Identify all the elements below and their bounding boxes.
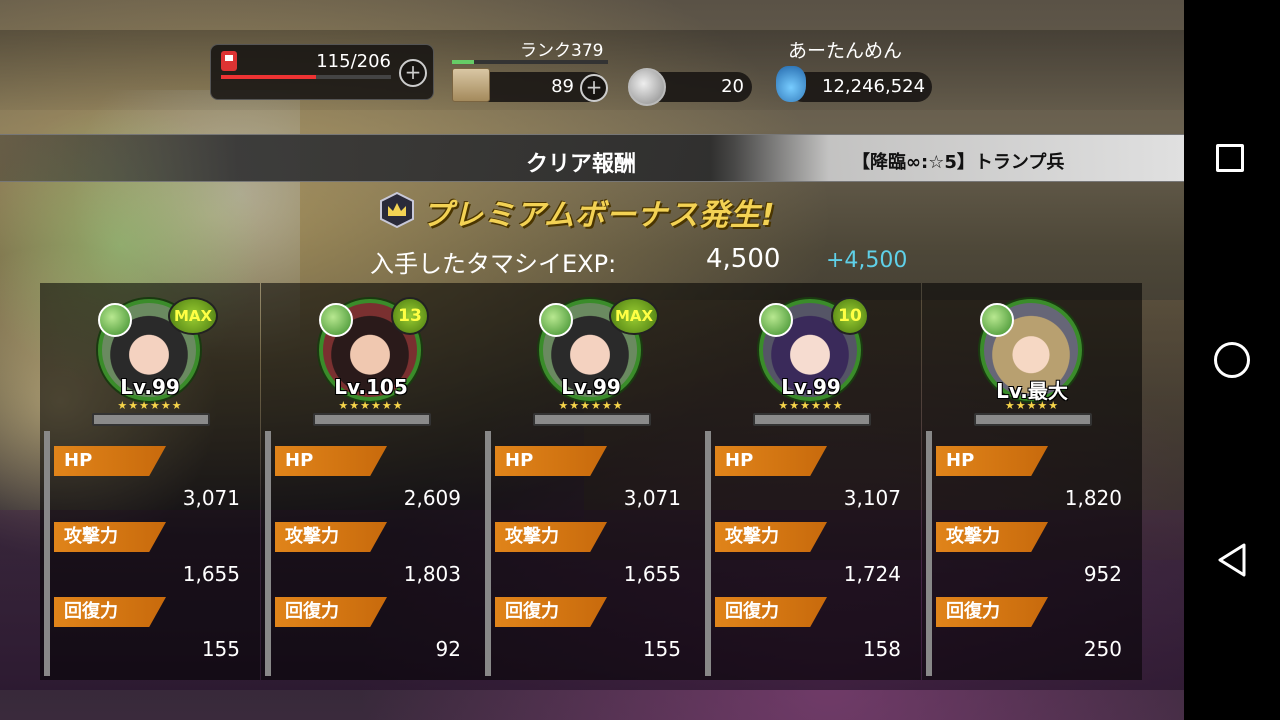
card-side-bar <box>926 431 932 676</box>
rarity-stars: ★★★★★★ <box>117 399 183 412</box>
exp-gain: +4,500 <box>826 248 908 273</box>
unit-exp-bar <box>974 413 1092 426</box>
unit-card[interactable]: 10 Lv.99 ★★★★★★ HP 3,107 攻撃力 1,724 回復力 1… <box>701 283 921 680</box>
potion-icon <box>776 66 806 102</box>
card-side-bar <box>44 431 50 676</box>
silver-coin-icon <box>628 68 666 106</box>
stamina-bar-fill <box>221 75 317 79</box>
rank-label: ランク379 <box>520 41 604 61</box>
attack-label: 攻撃力 <box>275 522 387 552</box>
rank-exp-bar <box>452 60 608 64</box>
add-box-button[interactable]: + <box>580 74 608 102</box>
recovery-value: 155 <box>201 637 240 661</box>
level-up-badge: 13 <box>391 297 429 335</box>
rank-exp-bar-fill <box>452 60 474 64</box>
game-screen: 115/206 + ランク379 89 + 20 あーたんめん 12,246,5… <box>0 0 1184 720</box>
hp-label: HP <box>275 446 387 476</box>
hp-label: HP <box>715 446 827 476</box>
recovery-value: 250 <box>1083 637 1122 661</box>
add-stamina-button[interactable]: + <box>399 59 427 87</box>
attack-label: 攻撃力 <box>715 522 827 552</box>
leaf-attribute-icon <box>98 303 132 337</box>
level-max-badge: MAX <box>168 297 218 335</box>
recovery-label: 回復力 <box>495 597 607 627</box>
leaf-attribute-icon <box>539 303 573 337</box>
attack-value: 1,724 <box>843 562 901 586</box>
recovery-value: 155 <box>642 637 681 661</box>
recovery-label: 回復力 <box>54 597 166 627</box>
stamina-panel: 115/206 + <box>210 44 434 100</box>
attack-value: 1,655 <box>623 562 681 586</box>
leaf-attribute-icon <box>980 303 1014 337</box>
recovery-value: 158 <box>862 637 901 661</box>
leaf-attribute-icon <box>759 303 793 337</box>
recovery-value: 92 <box>435 637 461 661</box>
attack-value: 952 <box>1083 562 1122 586</box>
unit-level: Lv.99 <box>120 375 180 399</box>
premium-bonus-text: プレミアムボーナス発生! <box>422 198 776 233</box>
leaf-attribute-icon <box>319 303 353 337</box>
hp-label: HP <box>936 446 1048 476</box>
fuel-can-icon <box>221 51 237 71</box>
rarity-stars: ★★★★★★ <box>778 399 844 412</box>
level-max-badge: MAX <box>609 297 659 335</box>
hp-label: HP <box>54 446 166 476</box>
recovery-label: 回復力 <box>936 597 1048 627</box>
attack-value: 1,655 <box>182 562 240 586</box>
unit-card[interactable]: MAX Lv.99 ★★★★★★ HP 3,071 攻撃力 1,655 回復力 … <box>481 283 701 680</box>
player-name: あーたんめん <box>788 40 903 62</box>
home-icon[interactable] <box>1214 342 1250 378</box>
rarity-stars: ★★★★★★ <box>338 399 404 412</box>
stage-name: 【降臨∞:☆5】トランプ兵 <box>852 152 1065 173</box>
reward-title: クリア報酬 <box>526 152 637 177</box>
unit-level: Lv.105 <box>334 375 408 399</box>
unit-card[interactable]: MAX Lv.99 ★★★★★★ HP 3,071 攻撃力 1,655 回復力 … <box>40 283 260 680</box>
stamina-bar <box>221 75 391 79</box>
unit-card[interactable]: Lv.最大 ★★★★★ HP 1,820 攻撃力 952 回復力 250 <box>922 283 1142 680</box>
recovery-label: 回復力 <box>275 597 387 627</box>
hp-value: 3,107 <box>843 486 901 510</box>
unit-level: Lv.99 <box>561 375 621 399</box>
card-side-bar <box>705 431 711 676</box>
recent-apps-icon[interactable] <box>1216 144 1244 172</box>
exp-value: 4,500 <box>706 244 781 274</box>
hp-value: 3,071 <box>623 486 681 510</box>
coin-count: 20 <box>721 76 744 97</box>
attack-label: 攻撃力 <box>54 522 166 552</box>
recovery-label: 回復力 <box>715 597 827 627</box>
level-up-badge: 10 <box>831 297 869 335</box>
hp-value: 2,609 <box>403 486 461 510</box>
card-side-bar <box>265 431 271 676</box>
hp-label: HP <box>495 446 607 476</box>
unit-exp-bar <box>753 413 871 426</box>
attack-value: 1,803 <box>403 562 461 586</box>
exp-label: 入手したタマシイEXP: <box>370 250 617 278</box>
unit-level: Lv.99 <box>781 375 841 399</box>
back-icon[interactable] <box>1216 542 1248 578</box>
unit-exp-bar <box>313 413 431 426</box>
unit-card[interactable]: 13 Lv.105 ★★★★★★ HP 2,609 攻撃力 1,803 回復力 … <box>261 283 481 680</box>
gem-count: 12,246,524 <box>822 76 926 97</box>
card-side-bar <box>485 431 491 676</box>
cardboard-box-icon <box>452 68 490 102</box>
rarity-stars: ★★★★★ <box>1004 399 1060 412</box>
unit-exp-bar <box>533 413 651 426</box>
rarity-stars: ★★★★★★ <box>558 399 624 412</box>
attack-label: 攻撃力 <box>936 522 1048 552</box>
stamina-value: 115/206 <box>316 51 391 72</box>
box-count: 89 <box>551 76 574 97</box>
hp-value: 1,820 <box>1064 486 1122 510</box>
unit-exp-bar <box>92 413 210 426</box>
hp-value: 3,071 <box>182 486 240 510</box>
attack-label: 攻撃力 <box>495 522 607 552</box>
crown-icon <box>380 192 414 228</box>
